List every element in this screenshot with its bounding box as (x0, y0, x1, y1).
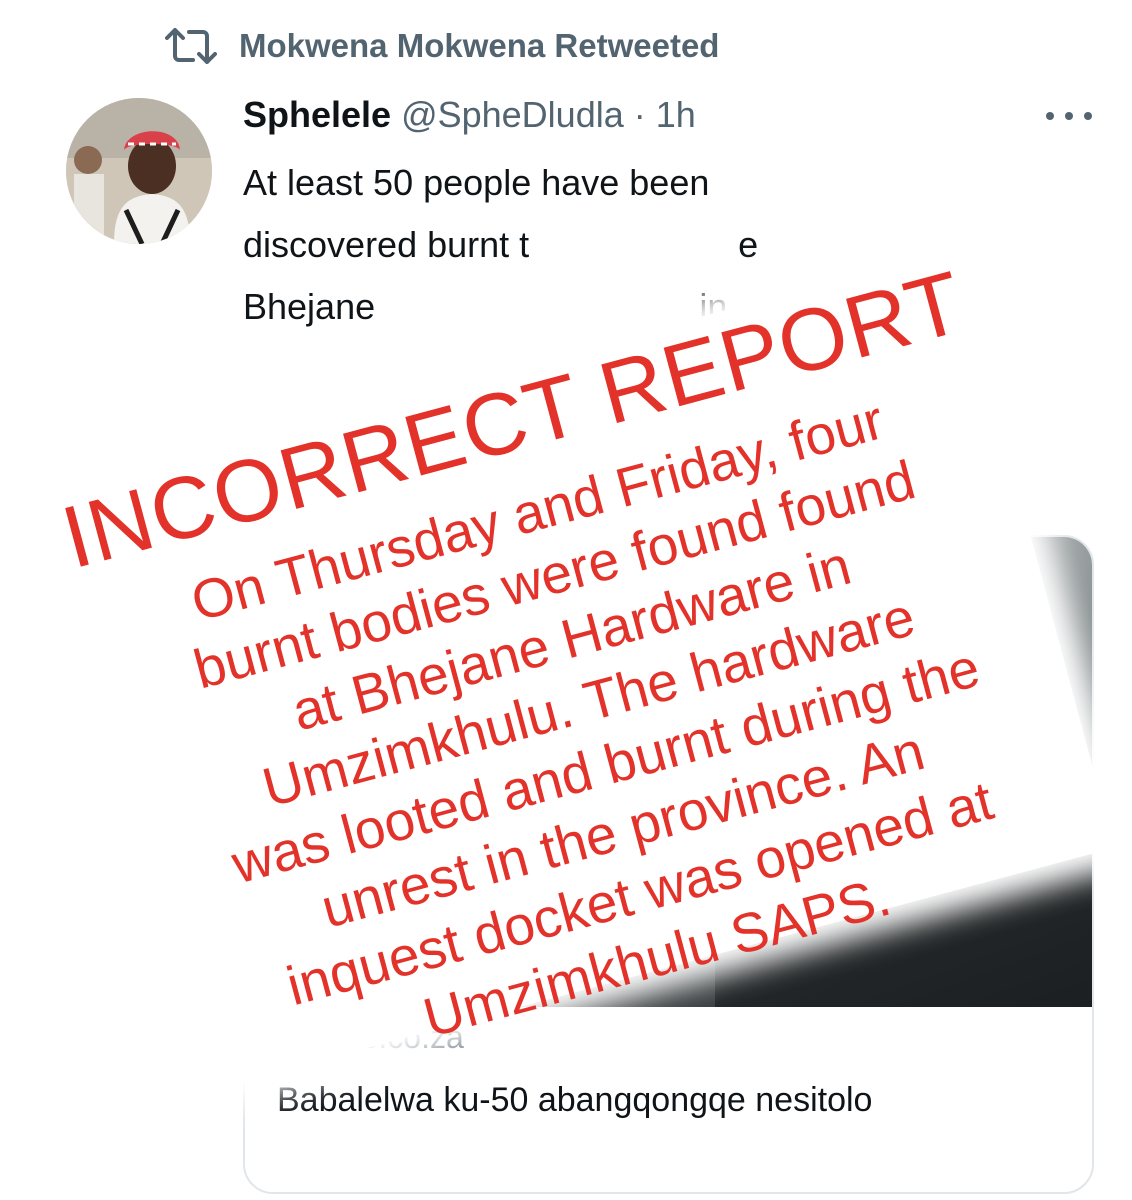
display-name[interactable]: Sphelele (243, 94, 391, 135)
tweet-header: Sphelele @SpheDludla · 1h (243, 94, 696, 136)
retweet-icon (165, 28, 217, 64)
handle-and-time[interactable]: @SpheDludla · 1h (391, 94, 696, 135)
more-dot (1046, 112, 1054, 120)
avatar-photo (66, 98, 212, 244)
card-title: Babalelwa ku-50 abangqongqe nesitolo (277, 1081, 873, 1119)
retweet-banner[interactable]: Mokwena Mokwena Retweeted (165, 26, 719, 66)
more-icon[interactable] (1046, 106, 1092, 126)
more-dot (1065, 112, 1073, 120)
retweet-label: Mokwena Mokwena Retweeted (239, 27, 720, 64)
more-dot (1084, 112, 1092, 120)
avatar[interactable] (66, 98, 212, 244)
